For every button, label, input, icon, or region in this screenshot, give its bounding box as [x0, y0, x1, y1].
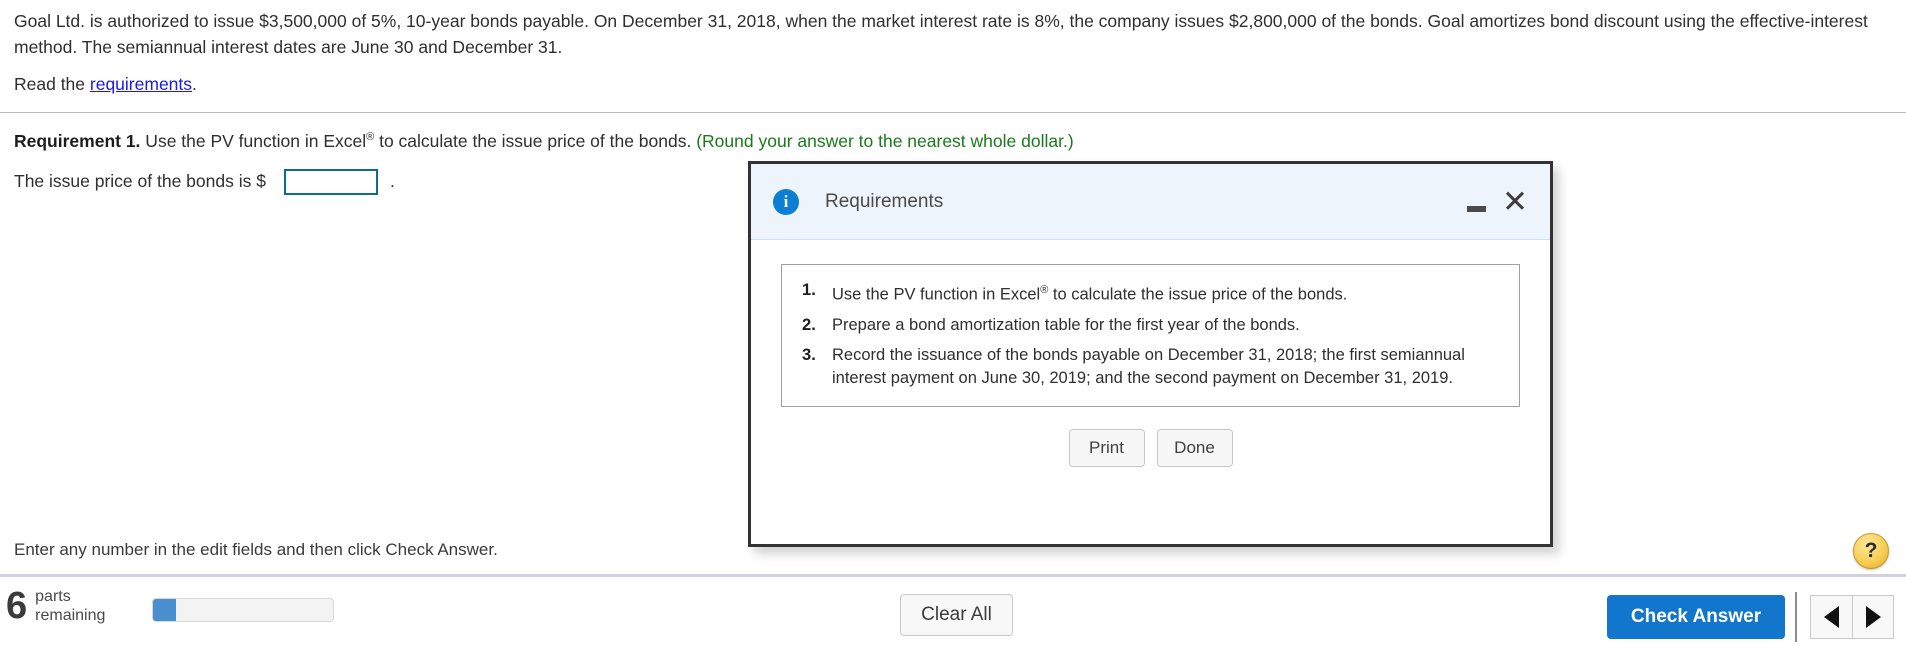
requirements-dialog: i Requirements ✕ Use the PV function in …: [748, 161, 1553, 547]
dialog-footer: Print Done: [781, 428, 1520, 467]
next-part-button[interactable]: [1852, 595, 1894, 639]
requirement-item-1-part1: Use the PV function in Excel: [832, 285, 1041, 304]
parts-remaining: 6 parts remaining: [6, 585, 105, 627]
check-answer-button[interactable]: Check Answer: [1607, 595, 1785, 639]
help-button[interactable]: ?: [1853, 533, 1889, 569]
requirements-box: Use the PV function in Excel® to calcula…: [781, 264, 1520, 407]
window-controls: ✕: [1467, 164, 1528, 240]
requirement-item-1-part2: to calculate the issue price of the bond…: [1048, 285, 1348, 304]
progress-bar: [152, 598, 334, 622]
requirement-1-body-2: to calculate the issue price of the bond…: [374, 130, 697, 151]
dialog-title: Requirements: [825, 190, 944, 212]
registered-mark-icon: ®: [366, 131, 375, 143]
list-item: Use the PV function in Excel® to calcula…: [802, 279, 1501, 307]
parts-remaining-count: 6: [6, 585, 28, 627]
answer-prompt: The issue price of the bonds is $: [14, 171, 266, 192]
nav-divider: [1795, 592, 1797, 642]
hint-text: Enter any number in the edit fields and …: [14, 540, 498, 559]
list-item: Prepare a bond amortization table for th…: [802, 314, 1300, 337]
requirements-link[interactable]: requirements: [90, 74, 192, 94]
list-item: Record the issuance of the bonds payable…: [802, 344, 1465, 387]
minimize-icon[interactable]: [1467, 206, 1487, 212]
print-button[interactable]: Print: [1068, 428, 1145, 467]
progress-bar-fill: [153, 599, 177, 621]
parts-remaining-label: parts remaining: [35, 587, 105, 625]
done-button[interactable]: Done: [1156, 428, 1233, 467]
nav-buttons: [1810, 595, 1894, 639]
triangle-right-icon: [1865, 606, 1881, 628]
clear-all-button[interactable]: Clear All: [900, 594, 1013, 636]
previous-part-button[interactable]: [1810, 595, 1852, 639]
dialog-header: i Requirements ✕: [751, 164, 1550, 240]
triangle-left-icon: [1824, 606, 1839, 628]
answer-period: .: [389, 171, 395, 192]
parts-label-line1: parts: [35, 588, 71, 605]
read-suffix: .: [192, 74, 197, 94]
requirement-1-body-1: Use the PV function in Excel: [140, 130, 367, 151]
info-icon: i: [773, 188, 799, 215]
requirements-list: Use the PV function in Excel® to calcula…: [794, 279, 1501, 390]
requirement-1-text: Requirement 1. Use the PV function in Ex…: [0, 113, 1906, 153]
parts-label-line2: remaining: [35, 607, 106, 624]
read-requirements-line: Read the requirements.: [0, 60, 1906, 96]
close-icon[interactable]: ✕: [1502, 186, 1528, 217]
rounding-note: (Round your answer to the nearest whole …: [696, 130, 1074, 151]
problem-statement: Goal Ltd. is authorized to issue $3,500,…: [14, 11, 1868, 57]
issue-price-input[interactable]: [283, 168, 378, 195]
read-prefix: Read the: [14, 74, 90, 94]
requirement-1-label: Requirement 1.: [14, 130, 141, 151]
dialog-body: Use the PV function in Excel® to calcula…: [751, 240, 1550, 467]
